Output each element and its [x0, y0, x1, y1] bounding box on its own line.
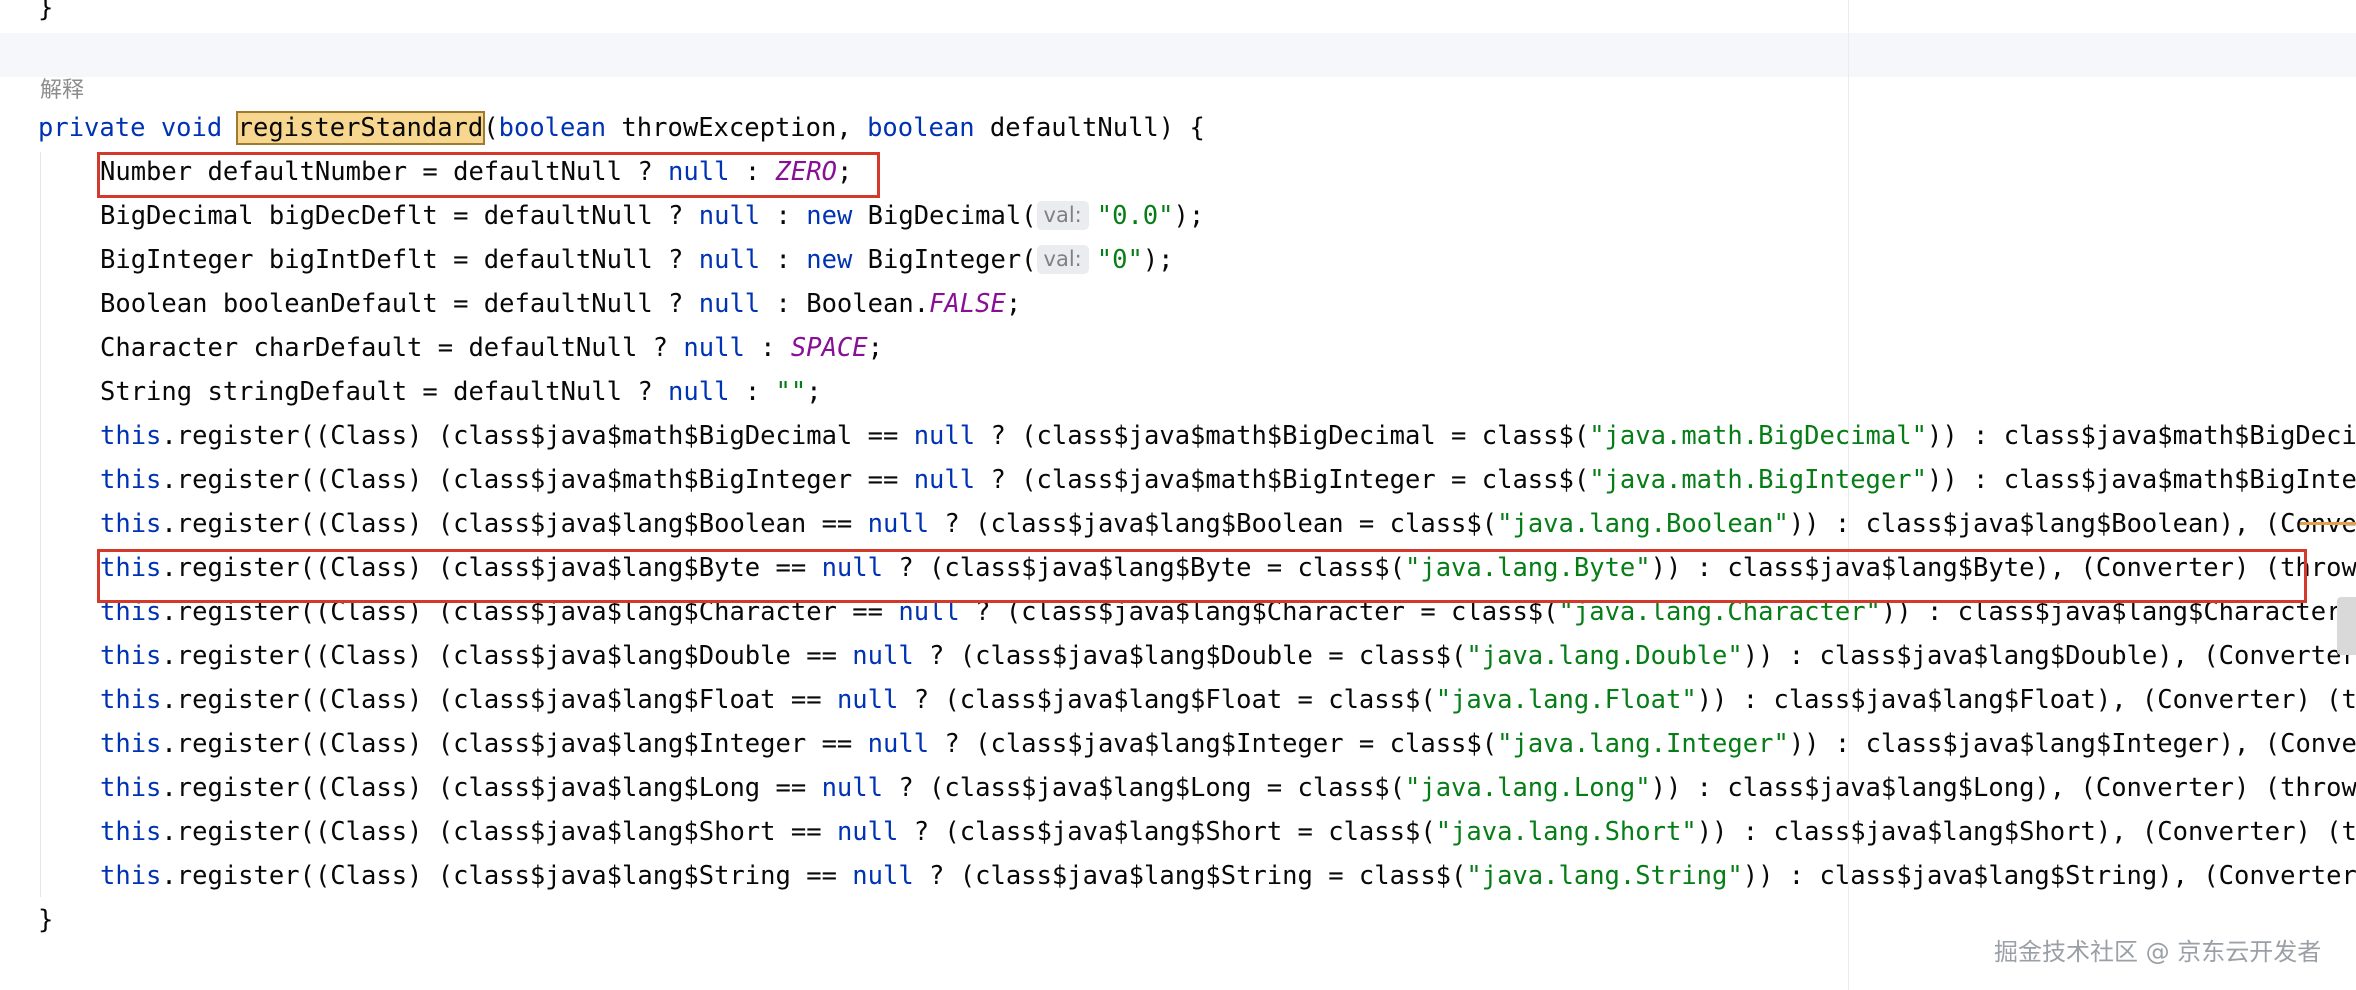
code-line-register[interactable]: this.register((Class) (class$java$lang$B… — [100, 504, 2356, 544]
code-line-3[interactable]: BigInteger bigIntDeflt = defaultNull ? n… — [100, 240, 1174, 280]
code-line-register[interactable]: this.register((Class) (class$java$math$B… — [100, 416, 2356, 456]
code-line-method-signature[interactable]: private void registerStandard(boolean th… — [38, 108, 1205, 148]
annotation-box-default-number — [97, 152, 880, 198]
code-line-6[interactable]: String stringDefault = defaultNull ? nul… — [100, 372, 822, 412]
watermark: 掘金技术社区 @ 京东云开发者 — [1994, 938, 2322, 966]
code-line-register[interactable]: this.register((Class) (class$java$lang$L… — [100, 768, 2356, 808]
code-line-prev-brace[interactable]: } — [38, 0, 53, 28]
code-line-register[interactable]: this.register((Class) (class$java$lang$S… — [100, 812, 2356, 852]
method-name-selected[interactable]: registerStandard — [235, 111, 486, 145]
vertical-scrollbar-thumb[interactable] — [2337, 597, 2356, 655]
code-line-close-brace[interactable]: } — [38, 900, 53, 940]
code-line-5[interactable]: Character charDefault = defaultNull ? nu… — [100, 328, 883, 368]
code-line-register[interactable]: this.register((Class) (class$java$lang$I… — [100, 724, 2356, 764]
code-line-register[interactable]: this.register((Class) (class$java$lang$F… — [100, 680, 2356, 720]
indent-guide — [40, 152, 41, 897]
annotation-box-byte-register — [97, 549, 2307, 603]
explain-label[interactable]: 解释 — [40, 72, 84, 104]
code-editor[interactable]: } 解释 private void registerStandard(boole… — [0, 0, 2356, 990]
param-hint: val: — [1036, 245, 1089, 274]
code-line-register[interactable]: this.register((Class) (class$java$lang$S… — [100, 856, 2356, 896]
current-line-highlight — [0, 33, 2356, 77]
code-line-register[interactable]: this.register((Class) (class$java$math$B… — [100, 460, 2356, 500]
code-line-4[interactable]: Boolean booleanDefault = defaultNull ? n… — [100, 284, 1021, 324]
code-line-register[interactable]: this.register((Class) (class$java$lang$D… — [100, 636, 2356, 676]
code-line-2[interactable]: BigDecimal bigDecDeflt = defaultNull ? n… — [100, 196, 1204, 236]
editor-marker — [2300, 522, 2356, 525]
param-hint: val: — [1036, 201, 1089, 230]
